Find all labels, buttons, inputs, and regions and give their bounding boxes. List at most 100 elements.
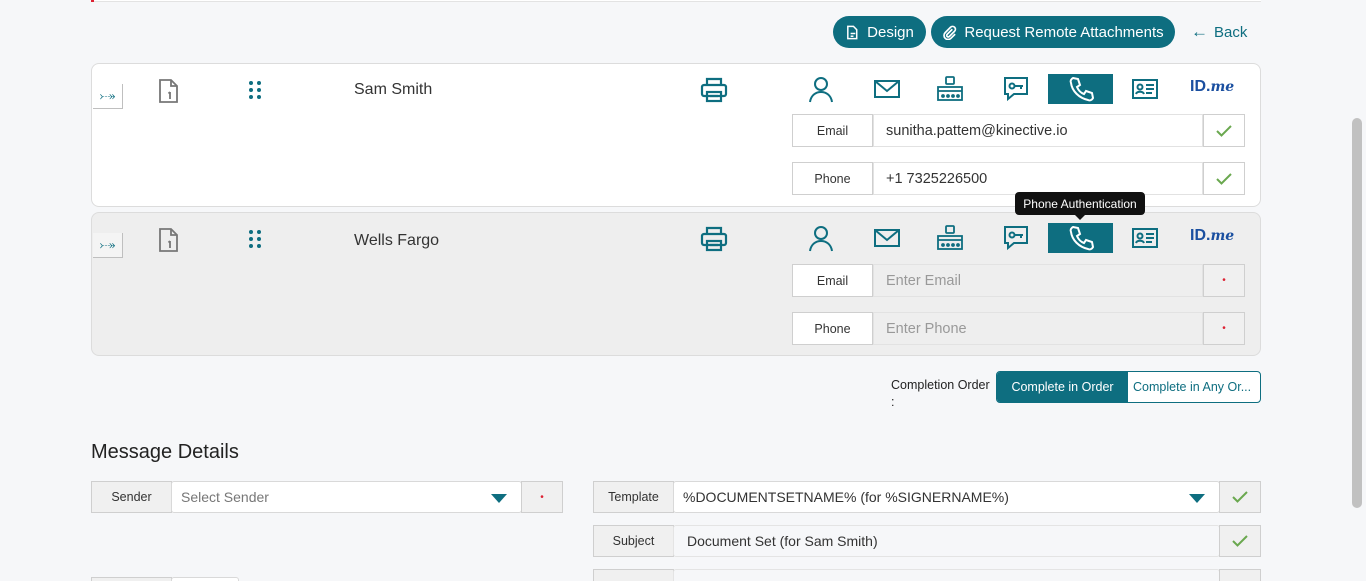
auth-phone-icon[interactable] xyxy=(1048,74,1113,104)
recipient-name: Wells Fargo xyxy=(354,232,440,249)
idme-auth-option[interactable]: ID.me xyxy=(1190,227,1234,245)
auth-user-icon[interactable] xyxy=(803,222,839,254)
subject-valid-indicator xyxy=(1219,525,1261,557)
check-icon xyxy=(1216,172,1232,185)
auth-user-icon[interactable] xyxy=(803,73,839,105)
request-remote-attachments-button[interactable]: Request Remote Attachments xyxy=(931,16,1175,48)
required-dot-icon: • xyxy=(540,491,544,503)
email-label: Email xyxy=(792,114,873,147)
recipient-card: ⤐ Wells Fargo ID.me Email Enter Email • … xyxy=(91,212,1261,356)
required-dot-icon: • xyxy=(1222,275,1226,286)
template-valid-indicator xyxy=(1219,481,1261,513)
required-marker xyxy=(91,0,94,2)
email-field[interactable]: Enter Email xyxy=(873,264,1203,297)
subject-field[interactable]: Document Set (for Sam Smith) xyxy=(673,525,1220,557)
required-dot-icon: • xyxy=(1222,323,1226,334)
sender-required-indicator: • xyxy=(521,481,563,513)
auth-mail-icon[interactable] xyxy=(869,222,905,254)
request-remote-attachments-label: Request Remote Attachments xyxy=(964,23,1164,41)
chat-key-icon xyxy=(1004,77,1028,102)
completion-order-colon: : xyxy=(891,395,895,409)
auth-chat-icon[interactable] xyxy=(998,73,1034,105)
drag-handle-icon[interactable] xyxy=(248,80,262,100)
check-icon xyxy=(1232,491,1248,503)
message-details-title: Message Details xyxy=(91,441,239,463)
email-valid-indicator xyxy=(1203,114,1245,147)
chevron-down-icon xyxy=(1189,494,1205,503)
sender-label: Sender xyxy=(91,481,172,513)
scrollbar-thumb[interactable] xyxy=(1352,118,1362,508)
document-design-icon xyxy=(847,25,858,39)
next-field-label xyxy=(593,569,674,581)
arrow-expand-icon: ⤐ xyxy=(99,88,116,103)
id-card-icon xyxy=(1132,79,1158,99)
printer-icon[interactable] xyxy=(700,76,728,104)
auth-id-card-icon[interactable] xyxy=(1127,222,1163,254)
complete-in-order-option[interactable]: Complete in Order xyxy=(997,372,1128,402)
template-select[interactable]: %DOCUMENTSETNAME% (for %SIGNERNAME%) xyxy=(673,481,1220,513)
back-label: Back xyxy=(1214,23,1248,41)
auth-otp-icon[interactable] xyxy=(932,222,968,254)
chat-key-icon xyxy=(1004,226,1028,251)
expand-recipient-button[interactable]: ⤐ xyxy=(93,84,123,109)
mail-icon xyxy=(874,229,900,247)
next-field-indicator xyxy=(1219,569,1261,581)
mail-icon xyxy=(874,80,900,98)
email-field[interactable]: sunitha.pattem@kinective.io xyxy=(873,114,1203,147)
sender-select[interactable]: Select Sender xyxy=(171,481,522,513)
back-link[interactable]: ← Back xyxy=(1191,22,1247,42)
phone-valid-indicator xyxy=(1203,162,1245,195)
paperclip-icon xyxy=(943,25,957,40)
completion-order-text: Completion Order xyxy=(891,378,990,392)
next-left-field-label xyxy=(91,577,172,581)
email-required-indicator: • xyxy=(1203,264,1245,297)
template-label: Template xyxy=(593,481,674,513)
auth-otp-icon[interactable] xyxy=(932,73,968,105)
otp-keypad-icon xyxy=(937,225,963,250)
user-icon xyxy=(809,226,833,252)
recipient-card: ⤐ Sam Smith ID.me Email sunitha.pattem@k… xyxy=(91,63,1261,207)
drag-handle-icon[interactable] xyxy=(248,229,262,249)
complete-in-any-order-option[interactable]: Complete in Any Or... xyxy=(1128,372,1260,402)
email-label: Email xyxy=(792,264,873,297)
phone-required-indicator: • xyxy=(1203,312,1245,345)
user-icon xyxy=(809,77,833,103)
completion-order-label: Completion Order : xyxy=(891,377,995,411)
arrow-left-icon: ← xyxy=(1191,22,1208,41)
template-value: %DOCUMENTSETNAME% (for %SIGNERNAME%) xyxy=(683,489,1009,505)
auth-phone-icon[interactable] xyxy=(1048,223,1113,253)
idme-me-text: me xyxy=(1210,228,1235,244)
check-icon xyxy=(1232,535,1248,547)
phone-label: Phone xyxy=(792,162,873,195)
next-field-input[interactable] xyxy=(673,569,1220,581)
document-icon xyxy=(159,228,178,252)
phone-label: Phone xyxy=(792,312,873,345)
otp-keypad-icon xyxy=(937,76,963,101)
subject-label: Subject xyxy=(593,525,674,557)
id-card-icon xyxy=(1132,228,1158,248)
idme-me-text: me xyxy=(1210,79,1235,95)
auth-chat-icon[interactable] xyxy=(998,222,1034,254)
idme-id-text: ID. xyxy=(1190,227,1211,244)
auth-id-card-icon[interactable] xyxy=(1127,73,1163,105)
phone-icon xyxy=(1069,225,1094,251)
expand-recipient-button[interactable]: ⤐ xyxy=(93,233,123,258)
phone-field[interactable]: +1 7325226500 xyxy=(873,162,1203,195)
recipient-name: Sam Smith xyxy=(354,81,433,98)
chevron-down-icon xyxy=(491,494,507,503)
design-label: Design xyxy=(867,23,914,41)
phone-authentication-tooltip: Phone Authentication xyxy=(1015,192,1145,220)
printer-icon[interactable] xyxy=(700,225,728,253)
phone-icon xyxy=(1069,76,1094,102)
previous-panel-edge xyxy=(91,0,1261,2)
phone-field[interactable]: Enter Phone xyxy=(873,312,1203,345)
completion-order-toggle: Complete in Order Complete in Any Or... xyxy=(996,371,1261,403)
sender-placeholder: Select Sender xyxy=(181,489,269,505)
idme-id-text: ID. xyxy=(1190,78,1211,95)
next-left-field-input[interactable] xyxy=(171,577,239,581)
auth-mail-icon[interactable] xyxy=(869,73,905,105)
arrow-expand-icon: ⤐ xyxy=(99,237,116,252)
idme-auth-option[interactable]: ID.me xyxy=(1190,78,1234,96)
design-button[interactable]: Design xyxy=(833,16,926,48)
document-icon xyxy=(159,79,178,103)
